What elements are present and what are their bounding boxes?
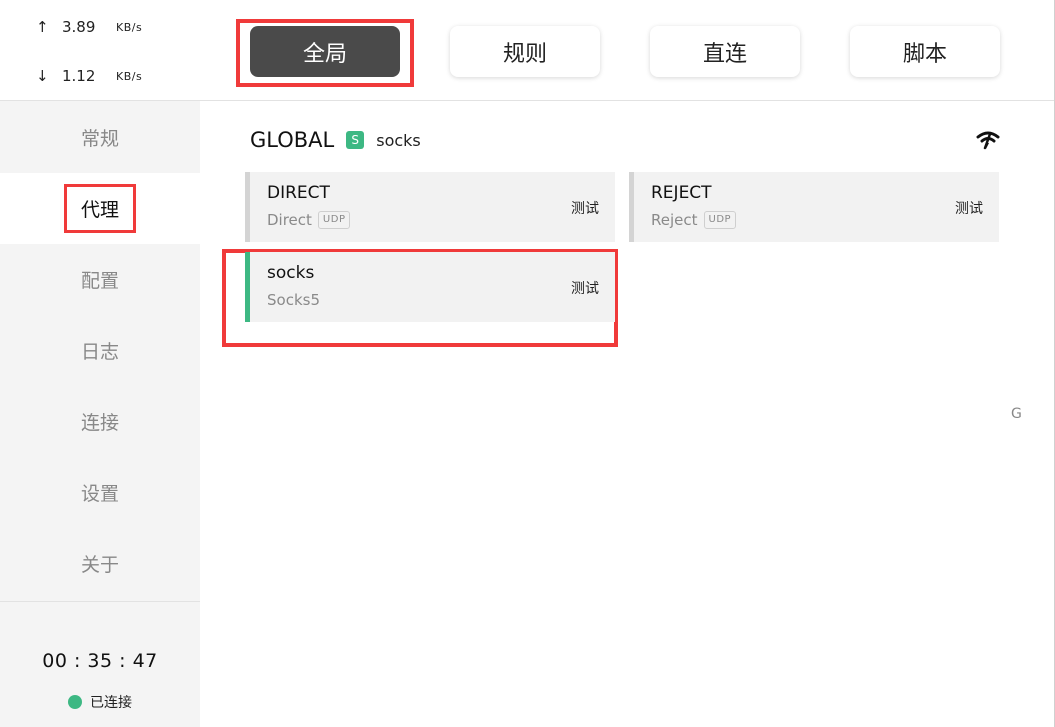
- download-speed: ↓ 1.12 KB/s: [36, 66, 142, 86]
- proxy-type: Socks5: [267, 291, 320, 309]
- sidebar-item-logs[interactable]: 日志: [0, 315, 200, 386]
- sidebar-item-label: 常规: [80, 128, 119, 150]
- udp-badge: UDP: [317, 211, 351, 229]
- traffic-panel: ↑ 3.89 KB/s ↓ 1.12 KB/s: [0, 0, 200, 101]
- proxy-type-row: Socks5: [267, 291, 320, 309]
- proxy-name: socks: [267, 263, 315, 283]
- mode-bar: 全局 规则 直连 脚本: [200, 0, 1054, 101]
- proxy-card-reject[interactable]: REJECT Reject UDP 测试: [629, 172, 999, 242]
- sidebar-item-label: 日志: [80, 341, 119, 363]
- proxy-card-socks[interactable]: socks Socks5 测试: [245, 252, 615, 322]
- upload-value: 3.89: [62, 18, 96, 36]
- sidebar-item-label: 关于: [80, 554, 119, 576]
- proxy-type: Reject: [651, 211, 698, 229]
- sidebar-item-label: 配置: [80, 270, 119, 292]
- group-name: GLOBAL: [250, 128, 335, 152]
- sidebar: ↑ 3.89 KB/s ↓ 1.12 KB/s 常规 代理 配置 日志 连接 设…: [0, 0, 200, 727]
- sidebar-item-settings[interactable]: 设置: [0, 457, 200, 528]
- proxy-name: DIRECT: [267, 183, 330, 203]
- mode-direct-button[interactable]: 直连: [650, 26, 800, 77]
- sidebar-item-label: 代理: [63, 184, 136, 233]
- proxy-type-row: Direct UDP: [267, 211, 351, 229]
- proxy-card-indicator: [629, 172, 634, 242]
- status-dot-icon: [68, 695, 82, 709]
- sidebar-item-label: 设置: [80, 483, 119, 505]
- sidebar-footer: 00 : 35 : 47 已连接: [0, 601, 200, 727]
- proxy-test-button[interactable]: 测试: [571, 278, 599, 298]
- proxy-test-button[interactable]: 测试: [955, 198, 983, 218]
- mode-script-button[interactable]: 脚本: [850, 26, 1000, 77]
- upload-unit: KB/s: [116, 20, 143, 34]
- sidebar-item-about[interactable]: 关于: [0, 528, 200, 599]
- main-content: 全局 规则 直连 脚本 GLOBAL S socks DIRECT Direct…: [200, 0, 1054, 727]
- mode-rule-button[interactable]: 规则: [450, 26, 600, 77]
- proxy-card-indicator: [245, 172, 250, 242]
- sidebar-item-profiles[interactable]: 配置: [0, 244, 200, 315]
- upload-arrow-icon: ↑: [36, 18, 49, 36]
- udp-badge: UDP: [703, 211, 737, 229]
- download-value: 1.12: [62, 67, 96, 85]
- group-selected-proxy: socks: [376, 130, 421, 150]
- sidebar-item-proxy[interactable]: 代理: [0, 173, 200, 244]
- download-arrow-icon: ↓: [36, 67, 49, 85]
- proxy-card-indicator: [245, 252, 250, 322]
- sidebar-item-label: 连接: [80, 412, 119, 434]
- connection-status: 已连接: [0, 692, 200, 712]
- sidebar-item-general[interactable]: 常规: [0, 102, 200, 173]
- proxy-card-direct[interactable]: DIRECT Direct UDP 测试: [245, 172, 615, 242]
- proxy-type: Direct: [267, 211, 312, 229]
- edge-letter: G: [1011, 406, 1022, 422]
- sidebar-item-connections[interactable]: 连接: [0, 386, 200, 457]
- proxy-test-button[interactable]: 测试: [571, 198, 599, 218]
- status-text: 已连接: [90, 695, 132, 711]
- upload-speed: ↑ 3.89 KB/s: [36, 17, 142, 37]
- uptime-timer: 00 : 35 : 47: [42, 650, 158, 672]
- download-unit: KB/s: [116, 69, 143, 83]
- group-type-badge: S: [346, 131, 365, 149]
- wifi-signal-icon[interactable]: [976, 130, 1000, 150]
- proxy-name: REJECT: [651, 183, 712, 203]
- mode-global-button[interactable]: 全局: [250, 26, 400, 77]
- proxy-group-header: GLOBAL S socks: [250, 124, 1000, 156]
- proxy-type-row: Reject UDP: [651, 211, 737, 229]
